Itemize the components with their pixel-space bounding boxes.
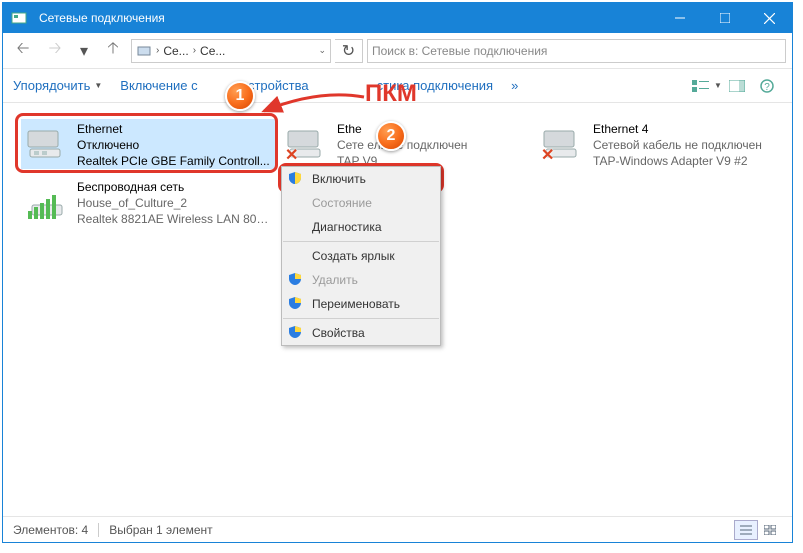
back-button[interactable]: 🡠 [9, 39, 37, 63]
menu-status: Состояние [282, 191, 440, 215]
breadcrumb-part[interactable]: Се... [163, 44, 188, 58]
annotation-arrow [258, 91, 368, 131]
menu-diagnose[interactable]: Диагностика [282, 215, 440, 239]
close-button[interactable] [747, 3, 792, 33]
breadcrumb-part[interactable]: Се... [200, 44, 225, 58]
menu-delete: Удалить [282, 268, 440, 292]
content-area: Ethernet Отключено Realtek PCIe GBE Fami… [3, 103, 792, 513]
network-icon [136, 43, 152, 59]
uac-shield-icon [288, 325, 304, 341]
wifi-adapter-icon [21, 177, 71, 225]
disconnected-x-icon: ✕ [541, 145, 554, 165]
adapter-ethernet[interactable]: Ethernet Отключено Realtek PCIe GBE Fami… [21, 119, 276, 169]
search-input[interactable]: Поиск в: Сетевые подключения [367, 39, 786, 63]
menu-rename[interactable]: Переименовать [282, 292, 440, 316]
menu-separator [283, 318, 439, 319]
network-adapter-icon: ✕ [537, 119, 587, 167]
annotation-bubble-1: 1 [225, 81, 255, 111]
adapter-status: House_of_Culture_2 [77, 195, 272, 211]
status-bar: Элементов: 4 Выбран 1 элемент [3, 516, 792, 542]
network-adapter-icon [21, 119, 71, 167]
adapter-status: Отключено [77, 137, 270, 153]
uac-shield-icon [288, 272, 304, 288]
adapter-name: Ethernet 4 [593, 121, 762, 137]
status-item-count: Элементов: 4 [13, 523, 88, 537]
view-options-button[interactable]: ▼ [692, 74, 722, 98]
details-view-button[interactable] [734, 520, 758, 540]
up-button[interactable]: 🡡 [99, 39, 127, 63]
menu-separator [283, 241, 439, 242]
toolbar-overflow[interactable]: » [511, 78, 518, 93]
maximize-button[interactable] [702, 3, 747, 33]
preview-pane-button[interactable] [722, 74, 752, 98]
context-menu: Включить Состояние Диагностика Создать я… [281, 166, 441, 346]
uac-shield-icon [288, 296, 304, 312]
minimize-button[interactable] [657, 3, 702, 33]
forward-button[interactable]: 🡢 [41, 39, 69, 63]
refresh-button[interactable]: ↻ [335, 39, 363, 63]
disconnected-x-icon: ✕ [285, 145, 298, 165]
organize-menu[interactable]: Упорядочить▼ [13, 78, 102, 93]
menu-enable[interactable]: Включить [282, 167, 440, 191]
adapter-ethernet-4[interactable]: ✕ Ethernet 4 Сетевой кабель не подключен… [537, 119, 792, 169]
large-icons-view-button[interactable] [758, 520, 782, 540]
window-frame: Сетевые подключения 🡠 🡢 ▾ 🡡 › Се... › Се… [2, 2, 793, 543]
adapter-name: Беспроводная сеть [77, 179, 272, 195]
svg-text:?: ? [764, 82, 770, 93]
adapter-device: Realtek 8821AE Wireless LAN 802.... [77, 211, 272, 227]
help-button[interactable]: ? [752, 74, 782, 98]
menu-shortcut[interactable]: Создать ярлык [282, 244, 440, 268]
enable-device-button[interactable]: Включение с [120, 78, 197, 93]
adapter-name: Ethernet [77, 121, 270, 137]
adapter-wireless[interactable]: Беспроводная сеть House_of_Culture_2 Rea… [21, 177, 276, 227]
adapter-status: Сетевой кабель не подключен [593, 137, 762, 153]
annotation-bubble-2: 2 [376, 121, 406, 151]
adapter-device: Realtek PCIe GBE Family Controll... [77, 153, 270, 169]
adapter-device: TAP-Windows Adapter V9 #2 [593, 153, 762, 169]
history-dropdown[interactable]: ▾ [73, 39, 95, 63]
chevron-down-icon[interactable]: ⌄ [318, 45, 326, 56]
titlebar: Сетевые подключения [3, 3, 792, 33]
search-placeholder: Поиск в: Сетевые подключения [372, 44, 547, 58]
window-title: Сетевые подключения [35, 11, 657, 25]
address-bar: 🡠 🡢 ▾ 🡡 › Се... › Се... ⌄ ↻ Поиск в: Сет… [3, 33, 792, 69]
uac-shield-icon [288, 171, 304, 187]
annotation-pkm-label: ПКМ [365, 80, 417, 108]
status-selected: Выбран 1 элемент [109, 523, 212, 537]
menu-properties[interactable]: Свойства [282, 321, 440, 345]
sysmenu-icon[interactable] [11, 10, 27, 26]
breadcrumb[interactable]: › Се... › Се... ⌄ [131, 39, 331, 63]
